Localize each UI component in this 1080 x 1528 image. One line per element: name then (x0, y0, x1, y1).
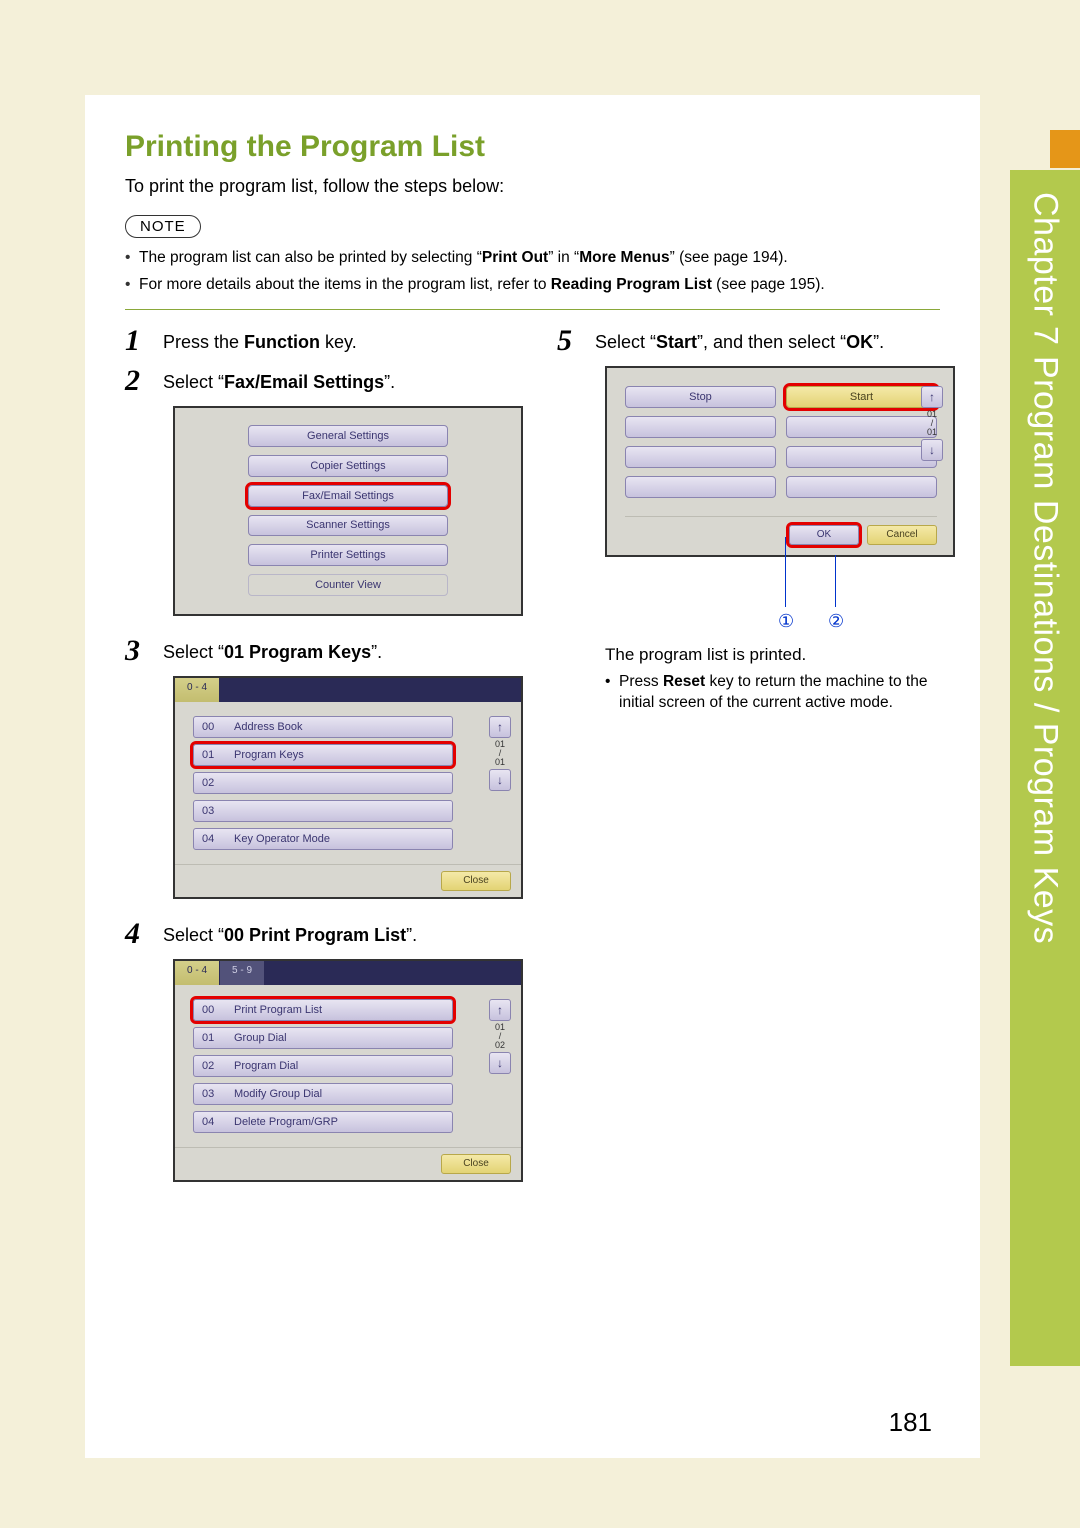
screenshot-step3: 0 - 4 00Address Book 01Program Keys 02 0… (173, 676, 523, 899)
chapter-tab: Chapter 7 Program Destinations / Program… (1010, 170, 1080, 1366)
result-subtext: Press Reset key to return the machine to… (605, 671, 955, 714)
scroll-up-icon[interactable]: ↑ (921, 386, 943, 408)
step-1: 1 Press the Function key. (125, 326, 523, 356)
step-2: 2 Select “Fax/Email Settings”. (125, 366, 523, 396)
callout-lines: ① ② (605, 577, 955, 637)
page-body: Printing the Program List To print the p… (85, 95, 980, 1458)
blank-button[interactable] (625, 476, 776, 498)
screenshot-step2: General Settings Copier Settings Fax/Ema… (173, 406, 523, 616)
menu-scanner-settings[interactable]: Scanner Settings (248, 515, 448, 537)
result-text: The program list is printed. (605, 645, 955, 665)
tab-0-4[interactable]: 0 - 4 (175, 961, 220, 985)
row-01-group-dial[interactable]: 01Group Dial (193, 1027, 453, 1049)
divider (125, 309, 940, 310)
stop-button[interactable]: Stop (625, 386, 776, 408)
blank-button[interactable] (786, 446, 937, 468)
blank-button[interactable] (625, 416, 776, 438)
row-01-program-keys[interactable]: 01Program Keys (193, 744, 453, 766)
menu-copier-settings[interactable]: Copier Settings (248, 455, 448, 477)
row-00-print-program-list[interactable]: 00Print Program List (193, 999, 453, 1021)
menu-printer-settings[interactable]: Printer Settings (248, 544, 448, 566)
blank-button[interactable] (625, 446, 776, 468)
menu-fax-email-settings[interactable]: Fax/Email Settings (248, 485, 448, 507)
row-00-address-book[interactable]: 00Address Book (193, 716, 453, 738)
note-badge: NOTE (125, 215, 201, 238)
callout-1: ① (778, 611, 794, 632)
note-list: The program list can also be printed by … (125, 246, 940, 297)
step-number: 4 (125, 919, 163, 949)
scroll-down-icon[interactable]: ↓ (921, 439, 943, 461)
page-number: 181 (889, 1407, 932, 1438)
note-item: The program list can also be printed by … (125, 246, 940, 269)
scroll-up-icon[interactable]: ↑ (489, 716, 511, 738)
step-number: 1 (125, 326, 163, 356)
step-5: 5 Select “Start”, and then select “OK”. (557, 326, 955, 356)
right-column: 5 Select “Start”, and then select “OK”. … (557, 326, 955, 1202)
step-3: 3 Select “01 Program Keys”. (125, 636, 523, 666)
row-04-key-operator-mode[interactable]: 04Key Operator Mode (193, 828, 453, 850)
menu-general-settings[interactable]: General Settings (248, 425, 448, 447)
step-number: 5 (557, 326, 595, 356)
blank-button[interactable] (786, 476, 937, 498)
tab-0-4[interactable]: 0 - 4 (175, 678, 220, 702)
step-number: 2 (125, 366, 163, 396)
scroll-down-icon[interactable]: ↓ (489, 1052, 511, 1074)
intro-text: To print the program list, follow the st… (125, 176, 940, 197)
screenshot-step4: 0 - 4 5 - 9 00Print Program List 01Group… (173, 959, 523, 1182)
screenshot-step5: Stop Start ↑ 01/01 ↓ OK Cancel (605, 366, 955, 557)
close-button[interactable]: Close (441, 871, 511, 891)
row-03-modify-group-dial[interactable]: 03Modify Group Dial (193, 1083, 453, 1105)
scroll-up-icon[interactable]: ↑ (489, 999, 511, 1021)
left-column: 1 Press the Function key. 2 Select “Fax/… (125, 326, 523, 1202)
start-button[interactable]: Start (786, 386, 937, 408)
chapter-color-mark (1050, 130, 1080, 168)
tab-5-9[interactable]: 5 - 9 (220, 961, 265, 985)
callout-2: ② (828, 611, 844, 632)
note-item: For more details about the items in the … (125, 273, 940, 296)
row-02-program-dial[interactable]: 02Program Dial (193, 1055, 453, 1077)
blank-button[interactable] (786, 416, 937, 438)
row-04-delete-program-grp[interactable]: 04Delete Program/GRP (193, 1111, 453, 1133)
scroll-down-icon[interactable]: ↓ (489, 769, 511, 791)
step-4: 4 Select “00 Print Program List”. (125, 919, 523, 949)
chapter-label-prefix: Chapter (1026, 192, 1065, 316)
section-title: Printing the Program List (125, 130, 940, 164)
step-number: 3 (125, 636, 163, 666)
cancel-button[interactable]: Cancel (867, 525, 937, 545)
chapter-title: Program Destinations / Program Keys (1026, 356, 1065, 944)
row-02[interactable]: 02 (193, 772, 453, 794)
menu-counter-view[interactable]: Counter View (248, 574, 448, 596)
ok-button[interactable]: OK (789, 525, 859, 545)
chapter-number: 7 (1026, 326, 1065, 345)
row-03[interactable]: 03 (193, 800, 453, 822)
close-button[interactable]: Close (441, 1154, 511, 1174)
